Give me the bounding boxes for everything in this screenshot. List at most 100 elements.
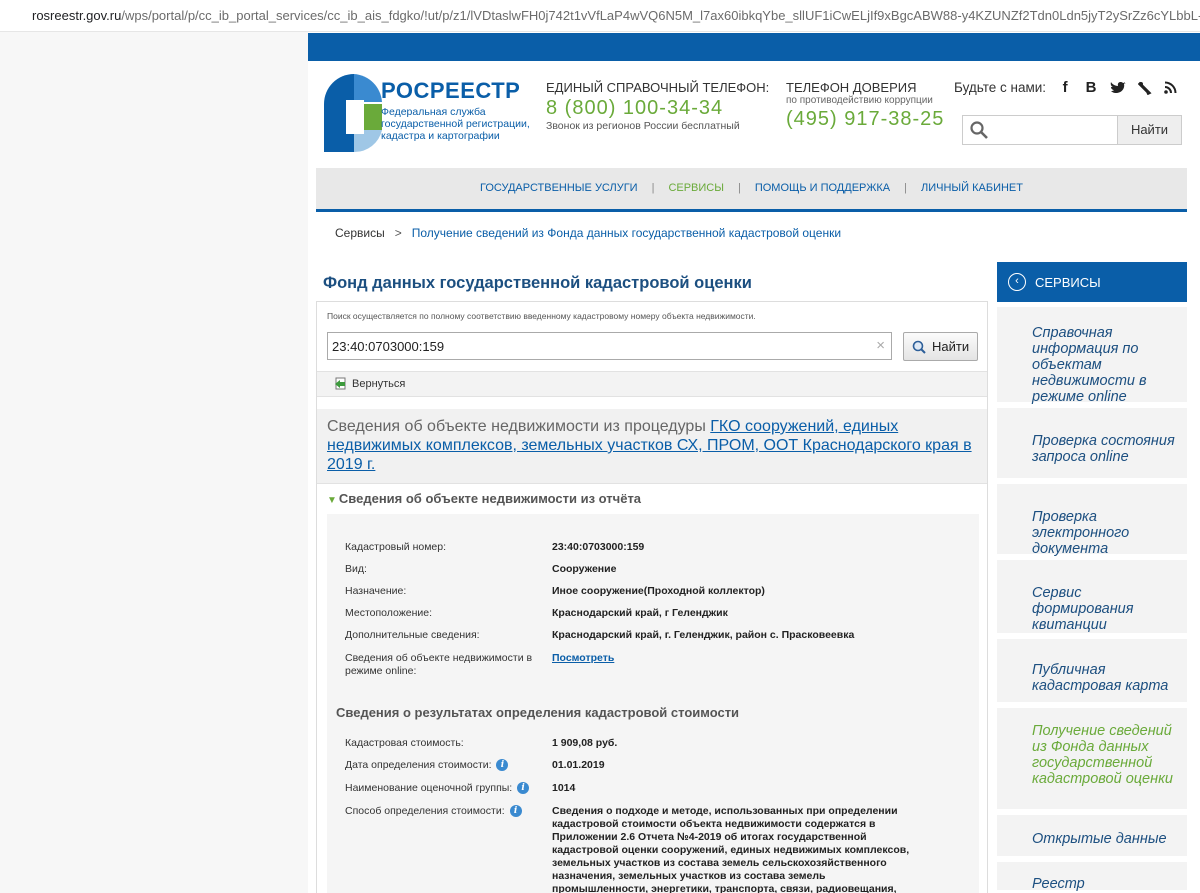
breadcrumb: Сервисы > Получение сведений из Фонда данн…: [335, 226, 841, 240]
social-label: Будьте с нами:: [954, 80, 1047, 95]
collapse-triangle-icon[interactable]: ▼: [327, 495, 337, 506]
result-value: 1 909,08 руб.: [552, 737, 618, 749]
nav-item-services[interactable]: СЕРВИСЫ: [654, 182, 738, 194]
twitter-icon[interactable]: [1110, 81, 1127, 95]
clear-icon[interactable]: ×: [876, 337, 885, 354]
site-search-input[interactable]: [995, 119, 1113, 141]
result-value: 1014: [552, 782, 576, 794]
result-label: Кадастровая стоимость:: [345, 737, 464, 749]
chevron-left-icon[interactable]: ‹: [1008, 273, 1026, 291]
fgko-panel: Поиск осуществляется по полному соответс…: [316, 301, 988, 893]
social-links: Будьте с нами: f B: [954, 79, 1177, 96]
info-icon[interactable]: i: [496, 759, 509, 772]
section-object-info-label: Сведения об объекте недвижимости из отчё…: [338, 491, 642, 506]
trust-phone-sub: по противодействию коррупции: [786, 95, 933, 106]
result-value: Сведения о подходе и методе, использован…: [552, 805, 910, 893]
sidebar-item-label: Сервис формирования квитанции: [1032, 585, 1134, 633]
sidebar-item-request-status[interactable]: Проверка состояния запроса online: [997, 408, 1187, 481]
brand-subtitle: Федеральная служба государственной регис…: [381, 106, 530, 142]
find-button-label: Найти: [932, 339, 970, 354]
detail-label: Вид:: [345, 563, 367, 575]
breadcrumb-current[interactable]: Получение сведений из Фонда данных госуд…: [412, 226, 841, 240]
detail-value: Сооружение: [552, 563, 617, 575]
back-icon: [335, 377, 346, 390]
result-label: Наименование оценочной группы:: [345, 782, 513, 794]
sidebar-item-public-map[interactable]: Публичная кадастровая карта: [997, 639, 1187, 705]
rss-icon[interactable]: [1164, 81, 1177, 94]
detail-value: 23:40:0703000:159: [552, 541, 645, 553]
info-icon[interactable]: i: [517, 782, 530, 795]
section-cost-results-title: Сведения о результатах определения кадас…: [336, 705, 740, 720]
sidebar-item-fgko[interactable]: Получение сведений из Фонда данных госуд…: [997, 708, 1187, 812]
trust-phone-label: ТЕЛЕФОН ДОВЕРИЯ: [786, 80, 917, 95]
detail-label: Кадастровый номер:: [345, 541, 447, 553]
site-search-button[interactable]: Найти: [1117, 116, 1181, 144]
facebook-icon[interactable]: f: [1058, 79, 1072, 96]
sidebar-header[interactable]: ‹ СЕРВИСЫ: [997, 262, 1187, 302]
detail-label: Назначение:: [345, 585, 407, 597]
search-icon: [912, 340, 926, 354]
livejournal-icon[interactable]: [1138, 81, 1152, 95]
detail-label: Сведения об объекте недвижимости в режим…: [345, 652, 533, 677]
view-online-link[interactable]: Посмотреть: [552, 652, 614, 664]
search-icon: [970, 121, 988, 139]
main-nav: ГОСУДАРСТВЕННЫЕ УСЛУГИ | СЕРВИСЫ | ПОМОЩ…: [316, 168, 1187, 212]
object-heading-prefix: Сведения об объекте недвижимости из проц…: [327, 418, 711, 435]
result-label: Способ определения стоимости:: [345, 805, 505, 817]
sidebar-item-label: Открытые данные: [1032, 831, 1167, 847]
info-icon[interactable]: i: [509, 805, 522, 818]
hotline-note: Звонок из регионов России бесплатный: [546, 120, 740, 132]
detail-value: Иное сооружение(Проходной коллектор): [552, 585, 765, 597]
search-hint: Поиск осуществляется по полному соответс…: [327, 311, 756, 321]
section-object-info-title[interactable]: ▼ Сведения об объекте недвижимости из отч…: [327, 491, 641, 506]
back-button[interactable]: Вернуться: [334, 377, 405, 390]
page-left-margin: [0, 32, 308, 893]
top-blue-bar: [308, 33, 1200, 61]
hotline-number[interactable]: 8 (800) 100-34-34: [546, 97, 769, 120]
sidebar-item-label: Проверка состояния запроса online: [1032, 433, 1175, 465]
url-host: rosreestr.gov.ru: [32, 8, 122, 23]
back-label: Вернуться: [352, 377, 406, 390]
url-text[interactable]: rosreestr.gov.ru/wps/portal/p/cc_ib_port…: [32, 8, 1200, 23]
sidebar-item-reference-info[interactable]: Справочная информация по объектам недвиж…: [997, 307, 1187, 405]
rosreestr-logo-icon[interactable]: [320, 72, 384, 154]
detail-label: Местоположение:: [345, 607, 433, 619]
sidebar-item-label: Публичная кадастровая карта: [1032, 662, 1169, 694]
url-path: /wps/portal/p/cc_ib_portal_services/cc_i…: [121, 8, 1200, 23]
sidebar-item-doc-check[interactable]: Проверка электронного документа: [997, 484, 1187, 557]
sidebar-item-open-data[interactable]: Открытые данные: [997, 815, 1187, 859]
brand-block: РОСРЕЕСТР Федеральная служба государстве…: [381, 78, 531, 142]
result-label: Дата определения стоимости:: [345, 759, 492, 771]
find-button[interactable]: Найти: [903, 332, 978, 361]
page-title: Фонд данных государственной кадастровой …: [323, 274, 752, 292]
nav-item-help[interactable]: ПОМОЩЬ И ПОДДЕРЖКА: [741, 182, 904, 194]
sidebar-title: СЕРВИСЫ: [1035, 275, 1101, 290]
detail-label: Дополнительные сведения:: [345, 629, 480, 641]
object-details: Кадастровый номер: 23:40:0703000:159 Вид:…: [327, 514, 979, 893]
nav-item-gov-services[interactable]: ГОСУДАРСТВЕННЫЕ УСЛУГИ: [466, 182, 652, 194]
trust-phone-number[interactable]: (495) 917-38-25: [786, 108, 944, 131]
sidebar-item-receipt[interactable]: Сервис формирования квитанции: [997, 560, 1187, 636]
object-heading: Сведения об объекте недвижимости из проц…: [317, 409, 987, 484]
services-sidebar: ‹ СЕРВИСЫ Справочная информация по объек…: [997, 262, 1187, 893]
sidebar-item-label: Справочная информация по объектам недвиж…: [1032, 325, 1147, 405]
brand-name: РОСРЕЕСТР: [381, 78, 521, 103]
breadcrumb-separator: >: [394, 226, 402, 240]
site-search: Найти: [962, 115, 1182, 145]
sidebar-item-label: Реестр: [1032, 876, 1085, 892]
trust-phone-block: ТЕЛЕФОН ДОВЕРИЯ по противодействию корру…: [786, 80, 944, 131]
browser-address-bar[interactable]: rosreestr.gov.ru/wps/portal/p/cc_ib_port…: [0, 0, 1200, 32]
breadcrumb-root[interactable]: Сервисы: [335, 226, 385, 240]
hotline-block: ЕДИНЫЙ СПРАВОЧНЫЙ ТЕЛЕФОН: 8 (800) 100-3…: [546, 80, 769, 132]
detail-value: Краснодарский край, г. Геленджик, район …: [552, 629, 855, 641]
result-value: 01.01.2019: [552, 759, 605, 771]
sidebar-item-registry[interactable]: Реестр: [997, 862, 1187, 893]
cadastral-number-field[interactable]: 23:40:0703000:159 ×: [327, 332, 892, 360]
detail-value: Краснодарский край, г Геленджик: [552, 607, 728, 619]
cadastral-number-value[interactable]: 23:40:0703000:159: [332, 339, 444, 354]
hotline-label: ЕДИНЫЙ СПРАВОЧНЫЙ ТЕЛЕФОН:: [546, 80, 770, 95]
sidebar-item-label: Проверка электронного документа: [1032, 509, 1130, 557]
nav-item-account[interactable]: ЛИЧНЫЙ КАБИНЕТ: [907, 182, 1037, 194]
vk-icon[interactable]: B: [1084, 79, 1098, 96]
result-toolbar: Вернуться: [317, 371, 987, 397]
